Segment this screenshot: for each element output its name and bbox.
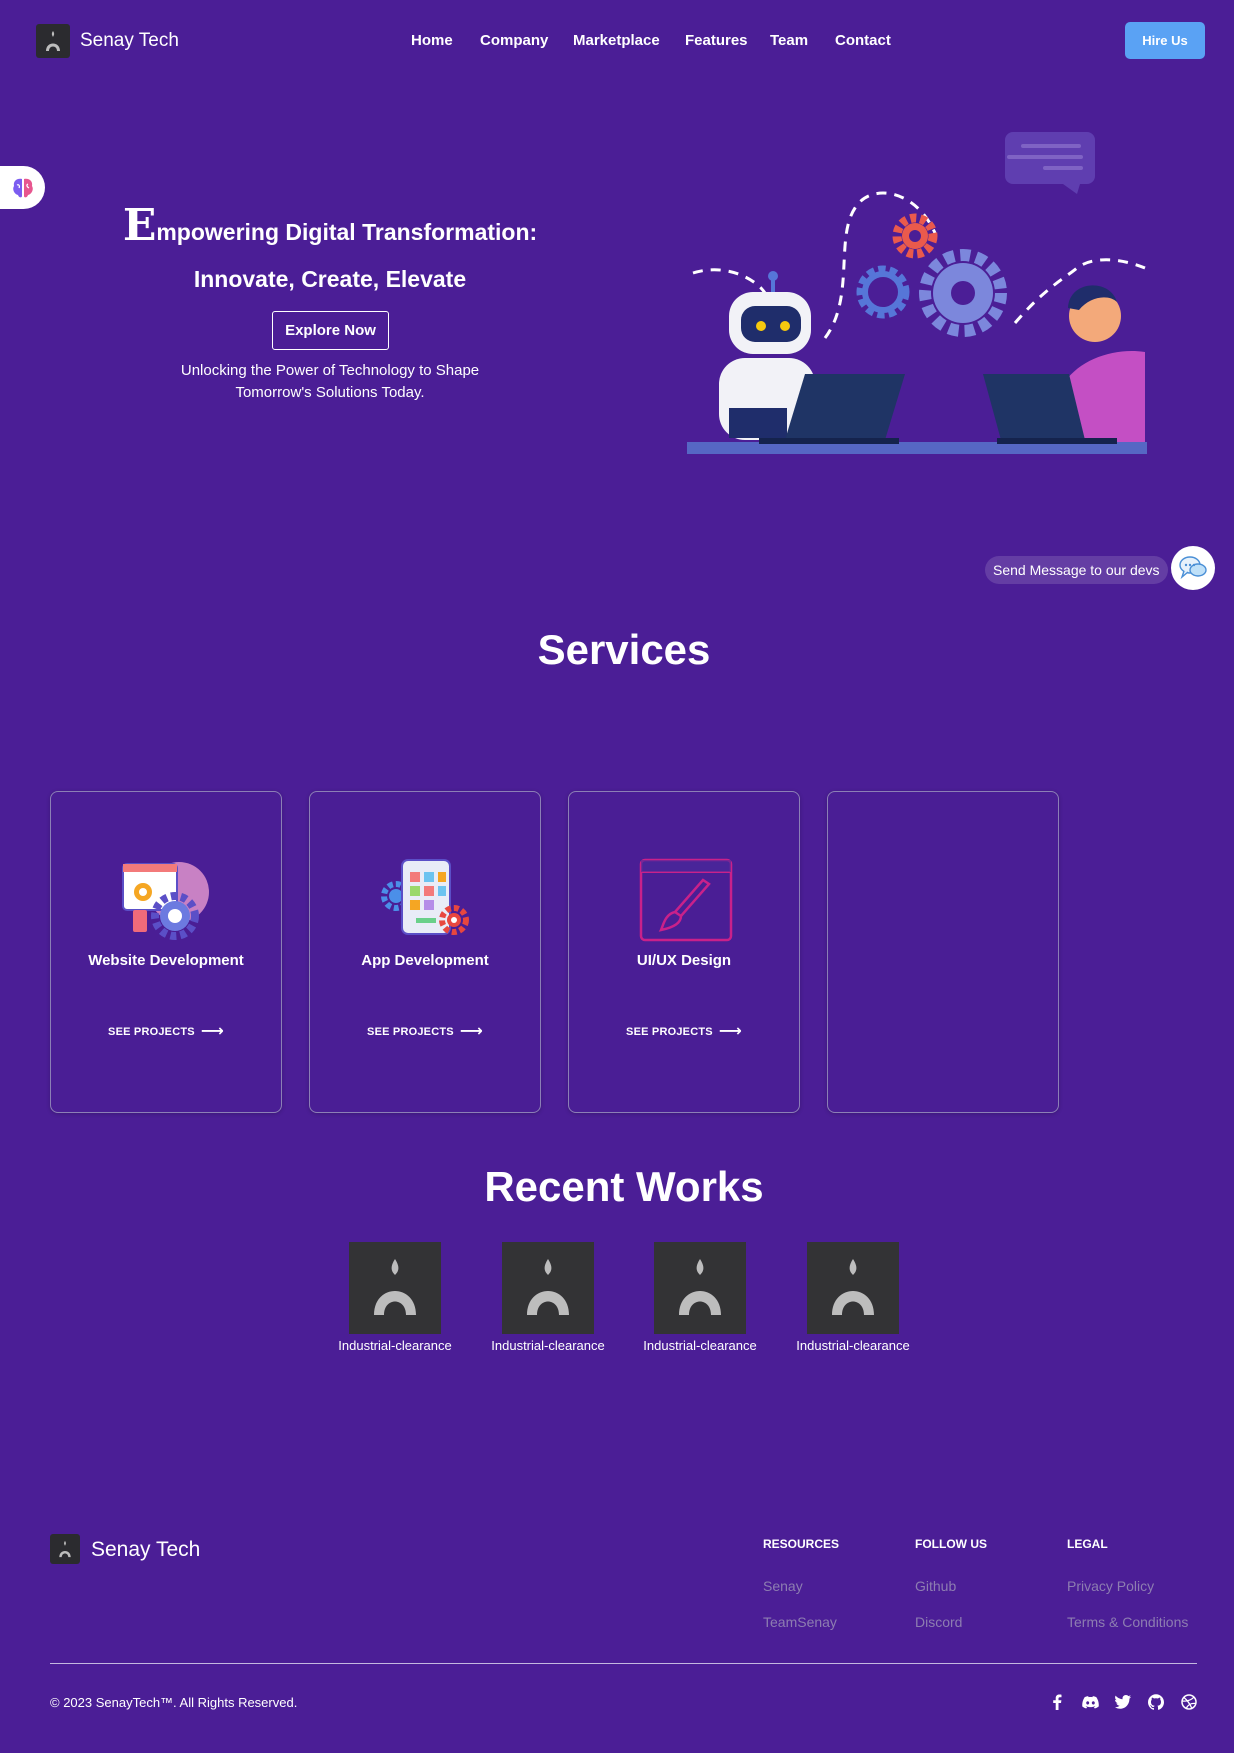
- hero-subtitle: Unlocking the Power of Technology to Sha…: [180, 362, 480, 401]
- work-caption: Industrial-clearance: [338, 1338, 452, 1353]
- hero-title: Empowering Digital Transformation:: [100, 200, 560, 251]
- work-caption: Industrial-clearance: [643, 1338, 757, 1353]
- service-card-uiux[interactable]: UI/UX Design SEE PROJECTS ⟶: [568, 791, 800, 1113]
- footer-link-teamsenay[interactable]: TeamSenay: [763, 1614, 837, 1630]
- recent-works-title: Recent Works: [484, 1163, 764, 1210]
- hero-title-initial: E: [122, 200, 157, 251]
- footer-heading-legal: LEGAL: [1067, 1537, 1108, 1551]
- work-thumbnail[interactable]: [349, 1242, 441, 1334]
- facebook-icon[interactable]: [1048, 1693, 1066, 1711]
- work-item[interactable]: Industrial-clearance: [643, 1242, 770, 1353]
- explore-now-button[interactable]: Explore Now: [272, 311, 389, 350]
- footer-link-privacy-policy[interactable]: Privacy Policy: [1067, 1578, 1154, 1594]
- footer-link-github[interactable]: Github: [915, 1578, 956, 1594]
- arrow-right-icon: ⟶: [459, 1023, 483, 1040]
- arrow-right-icon: ⟶: [200, 1023, 224, 1040]
- nav-marketplace[interactable]: Marketplace: [573, 32, 660, 49]
- copyright-text: © 2023 SenayTech™. All Rights Reserved.: [50, 1695, 298, 1710]
- service-card-website[interactable]: Website Development SEE PROJECTS ⟶: [50, 791, 282, 1113]
- chat-bubbles-icon: [1179, 556, 1207, 580]
- work-thumbnail[interactable]: [502, 1242, 594, 1334]
- send-message-label[interactable]: Send Message to our devs: [985, 556, 1168, 584]
- arrow-right-icon: ⟶: [718, 1023, 742, 1040]
- services-title: Services: [537, 626, 711, 673]
- footer-divider: [50, 1663, 1197, 1664]
- service-card-empty[interactable]: [827, 791, 1059, 1113]
- app-development-icon: [381, 859, 469, 935]
- see-projects-link[interactable]: SEE PROJECTS ⟶: [51, 1021, 281, 1041]
- senay-logo-icon: [832, 1259, 874, 1315]
- work-thumbnail[interactable]: [807, 1242, 899, 1334]
- service-card-title: Website Development: [88, 952, 244, 969]
- work-thumbnail[interactable]: [654, 1242, 746, 1334]
- work-item[interactable]: Industrial-clearance: [491, 1242, 618, 1353]
- footer-brand[interactable]: Senay Tech: [91, 1538, 200, 1562]
- hero-title-line2: Innovate, Create, Elevate: [193, 266, 467, 292]
- footer-link-terms[interactable]: Terms & Conditions: [1067, 1614, 1188, 1630]
- senay-logo-icon: [374, 1259, 416, 1315]
- work-caption: Industrial-clearance: [491, 1338, 605, 1353]
- senay-logo-icon: [679, 1259, 721, 1315]
- see-projects-link[interactable]: SEE PROJECTS ⟶: [310, 1021, 540, 1041]
- github-icon[interactable]: [1147, 1693, 1165, 1711]
- work-caption: Industrial-clearance: [796, 1338, 910, 1353]
- footer-heading-resources: RESOURCES: [763, 1537, 840, 1551]
- website-development-icon: [122, 862, 209, 940]
- brand-name[interactable]: Senay Tech: [80, 30, 179, 52]
- footer-link-discord[interactable]: Discord: [915, 1614, 962, 1630]
- nav-home[interactable]: Home: [411, 32, 453, 49]
- brain-icon: [12, 178, 33, 197]
- nav-team[interactable]: Team: [770, 32, 808, 49]
- hire-us-button[interactable]: Hire Us: [1125, 22, 1205, 59]
- nav-features[interactable]: Features: [685, 32, 748, 49]
- hero-illustration: [687, 132, 1147, 454]
- brand-logo-icon: [46, 31, 60, 51]
- service-card-title: UI/UX Design: [636, 952, 732, 969]
- senay-logo-icon: [527, 1259, 569, 1315]
- discord-icon[interactable]: [1081, 1693, 1099, 1711]
- uiux-design-icon: [639, 858, 733, 942]
- hero-title-rest: mpowering Digital Transformation:: [156, 219, 538, 245]
- service-card-app[interactable]: App Development SEE PROJECTS ⟶: [309, 791, 541, 1113]
- see-projects-link[interactable]: SEE PROJECTS ⟶: [569, 1021, 799, 1041]
- footer-link-senay[interactable]: Senay: [763, 1578, 803, 1594]
- twitter-icon[interactable]: [1114, 1693, 1132, 1711]
- footer-heading-follow-us: FOLLOW US: [915, 1537, 987, 1551]
- footer-logo-icon: [59, 1540, 71, 1558]
- ai-assistant-tab[interactable]: [0, 166, 45, 209]
- nav-company[interactable]: Company: [480, 32, 548, 49]
- work-item[interactable]: Industrial-clearance: [796, 1242, 923, 1353]
- chat-button[interactable]: [1171, 546, 1215, 590]
- work-item[interactable]: Industrial-clearance: [338, 1242, 465, 1353]
- footer-logo[interactable]: [50, 1534, 80, 1564]
- dribbble-icon[interactable]: [1180, 1693, 1198, 1711]
- brand-logo[interactable]: [36, 24, 70, 58]
- service-card-title: App Development: [361, 952, 489, 969]
- nav-contact[interactable]: Contact: [835, 32, 891, 49]
